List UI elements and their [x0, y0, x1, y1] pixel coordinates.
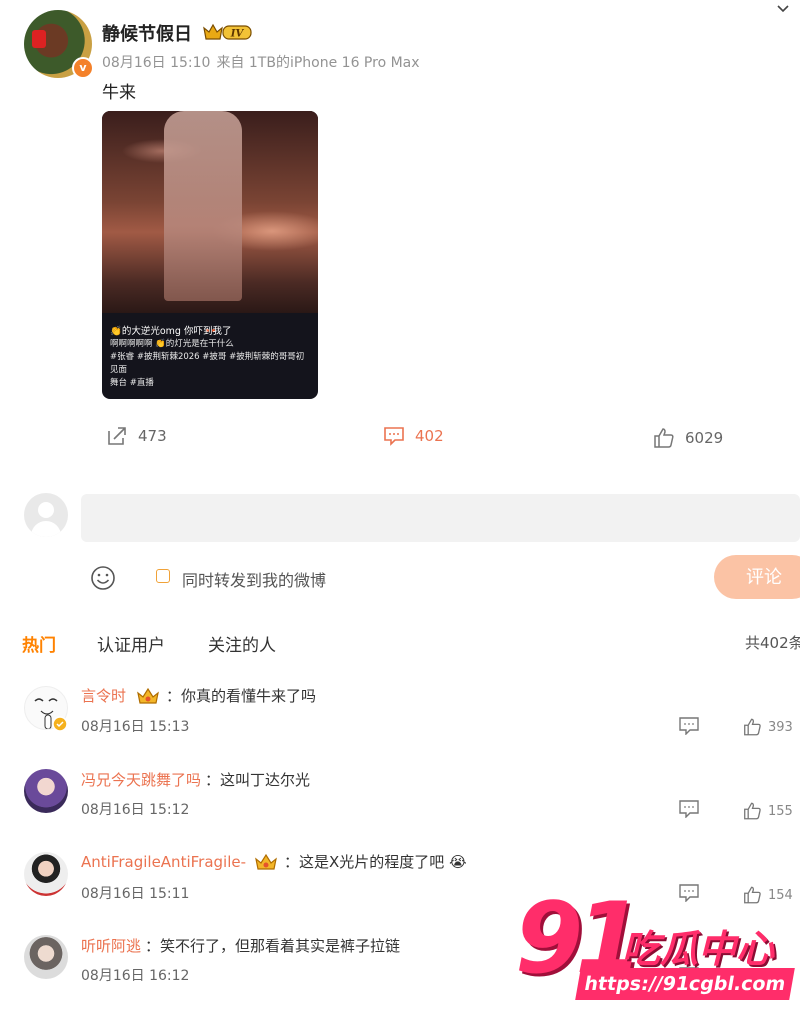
post-source: 来自 1TB的iPhone 16 Pro Max: [216, 55, 420, 71]
comment-line: AntiFragileAntiFragile- ： 这是X光片的程度了吧 😭: [81, 851, 467, 872]
reply-icon[interactable]: [679, 717, 699, 735]
commenter-avatar[interactable]: [24, 769, 68, 813]
comment-time: 08月16日 15:11: [81, 886, 190, 902]
caption-line: #张睿 #披荆斩棘2026 #披哥 #披荆斩棘的哥哥初见面: [110, 352, 305, 375]
comment-like-button[interactable]: 154: [743, 886, 793, 904]
comment-text: 这叫丁达尔光: [220, 771, 311, 789]
commenter-name[interactable]: AntiFragileAntiFragile-: [81, 853, 246, 871]
comment-text: 这是X光片的程度了吧 😭: [299, 853, 467, 871]
comment-line: 冯兄今天跳舞了吗 ： 这叫丁达尔光: [81, 769, 310, 790]
performer-figure: [164, 111, 242, 301]
caption-line: 👏的大逆光omg 你吓到我了: [110, 326, 232, 337]
comment-sep: ：: [145, 937, 161, 955]
comment-icon: [384, 427, 404, 446]
comment-sep: ：: [166, 687, 182, 705]
chevron-down-icon[interactable]: [776, 2, 790, 16]
thumbs-up-icon: [654, 428, 674, 448]
comment-text: 笑不行了，但那看着其实是裤子拉链: [160, 937, 401, 955]
comment-like-count: 155: [768, 803, 793, 819]
comment-time: 08月16日 15:12: [81, 802, 190, 818]
comment-button[interactable]: 402: [383, 426, 444, 446]
comment-text: 你真的看懂牛来了吗: [181, 687, 317, 705]
comment-time: 08月16日 15:13: [81, 719, 190, 735]
level-text: IV: [230, 29, 245, 40]
comment-like-count: 393: [768, 719, 793, 735]
comment-like-button[interactable]: 393: [743, 718, 793, 736]
repost-checkbox-label[interactable]: 同时转发到我的微博: [182, 567, 326, 591]
commenter-avatar[interactable]: [24, 935, 68, 979]
comment-sep: ：: [284, 853, 300, 871]
submit-comment-button[interactable]: 评论: [714, 555, 800, 599]
tab-hot[interactable]: 热门: [22, 631, 56, 656]
comment-like-count: 154: [768, 887, 793, 903]
repost-checkbox[interactable]: [156, 569, 170, 583]
video-caption: 👏的大逆光omg 你吓到我了 啊啊啊啊啊 👏的灯光是在干什么 #张睿 #披荆斩棘…: [110, 325, 310, 390]
comment-line: 言令时 ： 你真的看懂牛来了吗: [81, 685, 316, 706]
watermark-url: https://91cgbl.com: [575, 968, 795, 1000]
watermark-logo-name: 吃瓜中心: [622, 927, 775, 971]
verified-badge: v: [72, 57, 94, 79]
fan-crown-icon: [255, 853, 277, 870]
share-icon: [108, 427, 126, 445]
reply-icon[interactable]: [679, 800, 699, 818]
comment-line: 听听阿逃 ： 笑不行了，但那看着其实是裤子拉链: [81, 935, 400, 956]
fan-crown-icon: [137, 687, 159, 704]
like-count: 6029: [685, 429, 724, 447]
caption-line: 啊啊啊啊啊 👏的灯光是在干什么: [110, 339, 234, 349]
thumbs-up-icon: [744, 802, 761, 820]
tab-verified-users[interactable]: 认证用户: [97, 631, 165, 656]
reply-icon[interactable]: [679, 884, 699, 902]
member-level-badge: IV: [203, 23, 252, 40]
post-text: 牛来: [102, 83, 136, 103]
repost-button[interactable]: 473: [106, 426, 167, 446]
post-video-thumbnail[interactable]: 👏的大逆光omg 你吓到我了 啊啊啊啊啊 👏的灯光是在干什么 #张睿 #披荆斩棘…: [102, 111, 318, 399]
post-meta: 08月16日 15:10 来自 1TB的iPhone 16 Pro Max: [102, 52, 420, 72]
commenter-name[interactable]: 冯兄今天跳舞了吗: [81, 769, 201, 790]
commenter-name[interactable]: 言令时: [81, 685, 126, 706]
thumbs-up-icon: [744, 886, 761, 904]
commenter-avatar[interactable]: [24, 852, 68, 896]
emoji-icon[interactable]: [90, 565, 116, 591]
repost-count: 473: [138, 427, 167, 445]
comment-sep: ：: [205, 771, 221, 789]
tab-following[interactable]: 关注的人: [208, 631, 276, 656]
thumbs-up-icon: [744, 718, 761, 736]
comment-like-button[interactable]: 155: [743, 802, 793, 820]
comment-count: 402: [415, 427, 444, 445]
current-user-avatar: [24, 493, 68, 537]
comment-total: 共402条: [745, 634, 800, 652]
caption-line: 舞台 #直播: [110, 378, 154, 388]
author-name[interactable]: 静候节假日: [102, 20, 192, 46]
like-button[interactable]: 6029: [653, 428, 723, 448]
commenter-name[interactable]: 听听阿逃: [81, 935, 141, 956]
comment-input[interactable]: [81, 494, 800, 542]
verified-badge-icon: [52, 716, 68, 732]
post-time[interactable]: 08月16日 15:10: [102, 55, 210, 71]
comment-time: 08月16日 16:12: [81, 968, 190, 984]
